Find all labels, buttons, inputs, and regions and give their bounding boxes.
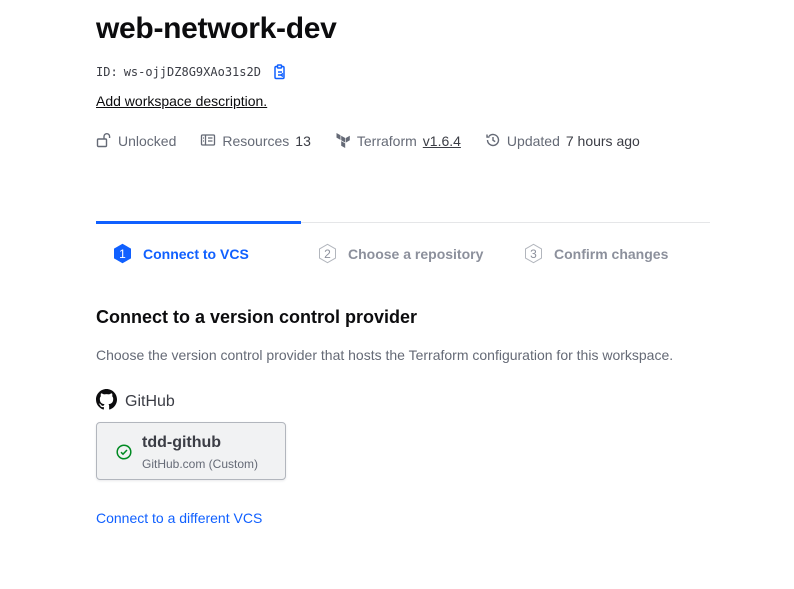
step-3-label: Confirm changes — [554, 245, 669, 262]
clipboard-copy-icon[interactable] — [271, 63, 289, 81]
step-1-label: Connect to VCS — [143, 245, 249, 262]
vcs-connection-subtitle: GitHub.com (Custom) — [142, 457, 259, 471]
stepper-progress — [96, 221, 301, 224]
step-2-label: Choose a repository — [348, 245, 484, 262]
terraform-version: Terraform v1.6.4 — [335, 132, 461, 151]
terraform-label: Terraform — [356, 133, 417, 149]
lock-status: Unlocked — [96, 132, 176, 151]
add-description-link[interactable]: Add workspace description. — [96, 93, 267, 109]
lock-status-text: Unlocked — [118, 133, 177, 149]
terraform-icon — [335, 132, 351, 151]
unlock-icon — [96, 132, 112, 151]
step-choose-repository: 2 Choose a repository — [317, 243, 483, 264]
section-title: Connect to a version control provider — [96, 307, 418, 327]
workspace-id-value: ws-ojjDZ8G9XAo31s2D — [123, 65, 261, 79]
vcs-connection-name: tdd-github — [142, 434, 222, 451]
terraform-version-link[interactable]: v1.6.4 — [423, 133, 461, 149]
resources-count: Resources 13 — [200, 132, 311, 151]
setup-stepper: 1 Connect to VCS 2 Choose a repository 3… — [96, 221, 710, 268]
last-updated: Updated 7 hours ago — [485, 132, 640, 151]
step-3-badge: 3 — [523, 243, 544, 264]
provider-heading: GitHub — [96, 389, 175, 415]
workspace-id-row: ID: ws-ojjDZ8G9XAo31s2D — [96, 63, 289, 81]
resources-icon — [200, 132, 216, 151]
step-1-badge: 1 — [112, 243, 133, 264]
provider-name: GitHub — [125, 393, 175, 410]
step-connect-vcs: 1 Connect to VCS — [112, 243, 249, 264]
resources-value: 13 — [295, 133, 311, 149]
workspace-id-label: ID: — [96, 65, 118, 79]
updated-label: Updated — [506, 133, 560, 149]
resources-label: Resources — [222, 133, 290, 149]
section-description: Choose the version control provider that… — [96, 347, 674, 363]
workspace-title: web-network-dev — [96, 12, 337, 45]
updated-value: 7 hours ago — [565, 133, 640, 149]
github-icon — [96, 389, 117, 415]
workspace-meta: Unlocked Resources 13 Terraform v1.6.4 U… — [96, 131, 640, 151]
workspace-vcs-page: web-network-dev ID: ws-ojjDZ8G9XAo31s2D … — [0, 0, 794, 589]
step-confirm-changes: 3 Confirm changes — [523, 243, 668, 264]
connect-different-vcs-link[interactable]: Connect to a different VCS — [96, 510, 262, 526]
check-circle-icon — [116, 444, 132, 465]
vcs-connection-card[interactable]: tdd-github GitHub.com (Custom) — [96, 422, 286, 480]
step-2-badge: 2 — [317, 243, 338, 264]
history-icon — [485, 132, 501, 151]
